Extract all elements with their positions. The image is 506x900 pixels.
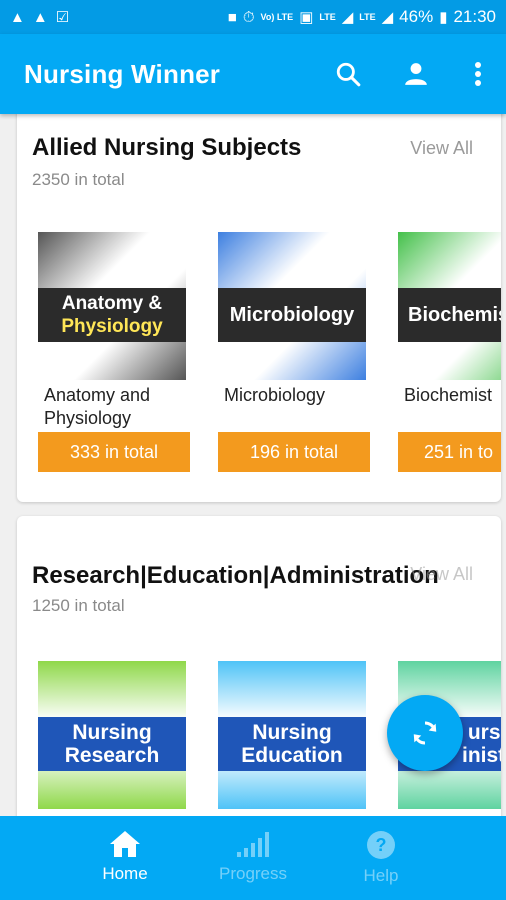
lte-indicator: LTE xyxy=(319,11,336,22)
section-card-research: Research|Education|Administration 1250 i… xyxy=(17,516,501,816)
clock: 21:30 xyxy=(453,7,496,26)
question-count-button[interactable]: 251 in to xyxy=(398,432,501,472)
lock-icon: ■ xyxy=(227,8,237,26)
search-button[interactable] xyxy=(314,34,382,114)
section-count: 2350 in total xyxy=(32,170,125,189)
thumbnail-label-line1: Nursing xyxy=(72,721,152,744)
thumbnail-label: Anatomy & Physiology xyxy=(38,288,186,342)
thumbnail-label: Nursing Research xyxy=(38,717,186,771)
sync-button[interactable] xyxy=(387,695,463,771)
lte-indicator-2: LTE xyxy=(359,11,376,22)
subject-name-line2: Biochemist xyxy=(404,385,493,405)
subject-thumbnail: Microbiology xyxy=(218,232,366,380)
thumbnail-label-line1: ursin xyxy=(467,721,501,744)
thumbnail-label: Biochemis xyxy=(398,288,501,342)
help-icon: ? xyxy=(367,831,395,859)
section-card-allied: Allied Nursing Subjects 2350 in total Vi… xyxy=(17,114,501,502)
sync-icon xyxy=(413,721,437,745)
question-count-button[interactable]: 196 in total xyxy=(218,432,370,472)
checkbox-icon: ☑ xyxy=(55,8,70,26)
signal-icon: ◢ xyxy=(341,8,354,26)
thumbnail-label-line2: Research xyxy=(64,744,160,767)
nav-home-label: Home xyxy=(102,864,148,883)
subject-name-line2: Microbiology xyxy=(224,385,326,405)
battery-icon: ▮ xyxy=(439,8,448,26)
signal-bars-icon xyxy=(237,832,269,857)
status-bar: ▲ ▲ ☑ ■ ⏱ Vo) LTE ▣ LTE ◢ LTE ◢ 46% ▮ 21… xyxy=(0,0,506,34)
subject-name-line1: Anatomy and xyxy=(44,385,151,405)
subject-name: Microbiology xyxy=(224,384,370,407)
app-bar: Nursing Winner xyxy=(0,34,506,114)
view-all-link[interactable]: View All xyxy=(410,138,473,159)
nav-help[interactable]: ? Help xyxy=(317,816,445,900)
subject-name: Biochemist xyxy=(404,384,501,407)
battery-percent: 46% xyxy=(399,7,434,26)
subject-thumbnail: Nursing Education xyxy=(218,661,366,809)
subject-thumbnail: Anatomy & Physiology xyxy=(38,232,186,380)
nav-home[interactable]: Home xyxy=(61,816,189,900)
section-title: Research|Education|Administration xyxy=(32,562,439,589)
nav-help-label: Help xyxy=(363,866,399,885)
warning-icon: ▲ xyxy=(10,8,25,26)
search-icon xyxy=(336,62,361,87)
subject-name: Anatomy and Physiology xyxy=(44,384,190,430)
alarm-icon: ⏱ xyxy=(242,8,255,26)
bottom-navigation: Home Progress ? Help xyxy=(0,816,506,900)
thumbnail-label-line1: Nursing xyxy=(252,721,332,744)
data-saver-icon: ▣ xyxy=(299,8,314,26)
thumbnail-label: Nursing Education xyxy=(218,717,366,771)
subject-thumbnail: Biochemis xyxy=(398,232,501,380)
more-options-button[interactable] xyxy=(450,34,506,114)
thumbnail-label-line2: Physiology xyxy=(61,316,163,337)
thumbnail-label-line2: Education xyxy=(241,744,343,767)
nav-progress[interactable]: Progress xyxy=(189,816,317,900)
thumbnail-label-line2: inistra xyxy=(462,744,501,767)
svg-text:?: ? xyxy=(376,835,387,855)
section-count: 1250 in total xyxy=(32,596,125,615)
more-vert-icon xyxy=(475,62,481,86)
thumbnail-label: Microbiology xyxy=(218,288,366,342)
signal-icon-2: ◢ xyxy=(381,8,394,26)
question-count-button[interactable]: 333 in total xyxy=(38,432,190,472)
volte-indicator: Vo) LTE xyxy=(260,11,294,22)
view-all-link[interactable]: View All xyxy=(410,564,473,585)
app-title: Nursing Winner xyxy=(24,58,221,89)
subject-thumbnail: Nursing Research xyxy=(38,661,186,809)
section-title: Allied Nursing Subjects xyxy=(32,134,302,161)
subject-name-line2: Physiology xyxy=(44,408,132,428)
account-button[interactable] xyxy=(382,34,450,114)
account-icon xyxy=(405,63,427,85)
nav-progress-label: Progress xyxy=(218,864,288,883)
home-icon xyxy=(110,831,140,857)
warning-icon: ▲ xyxy=(32,8,48,26)
thumbnail-label-line1: Anatomy & xyxy=(61,293,163,314)
